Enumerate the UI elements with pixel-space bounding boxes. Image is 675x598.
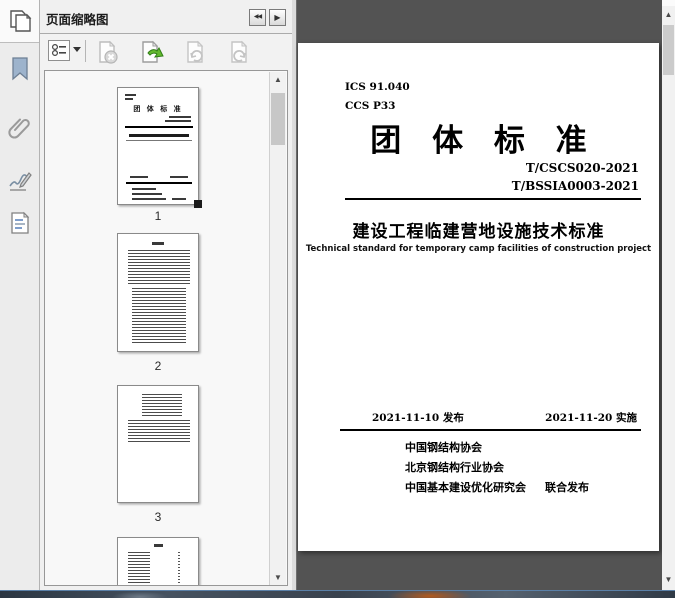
thumbnail-page-3[interactable] [117,385,199,503]
horizontal-rule [345,198,641,200]
ccs-code: CCS P33 [345,100,395,112]
document-title-chinese: 建设工程临建营地设施技术标准 [298,217,659,242]
horizontal-rule [340,429,641,431]
chevron-down-icon: ▼ [662,572,675,588]
panel-title: 页面缩略图 [46,9,109,28]
collapse-icon: ◀◀ [250,10,265,25]
thumbnail-scrollbar[interactable]: ▲ ▼ [269,72,286,586]
implementation-date: 2021-11-20 实施 [545,410,637,425]
selection-handle[interactable] [194,200,202,208]
thumbnail-page-1[interactable]: 团 体 标 准 [117,87,199,205]
publisher-org-2: 北京钢结构行业协会 [405,459,504,475]
thumbnail-list: 团 体 标 准 1 2 [44,70,288,586]
standard-number-2: T/BSSIA0003-2021 [512,179,639,193]
standard-type-heading: 团 体 标 准 [298,115,659,160]
rotate-counterclockwise-button[interactable] [183,40,209,66]
desktop-wallpaper-strip [0,590,675,598]
thumbnail-page-2[interactable] [117,233,199,352]
scrollbar-thumb[interactable] [663,25,674,75]
rotate-clockwise-button[interactable] [227,40,253,66]
page-number-label: 1 [45,209,271,223]
page-number-label: 2 [45,359,271,373]
standard-number-1: T/CSCS020-2021 [526,161,639,175]
scrollbar-corner [662,0,675,6]
expand-panel-button[interactable]: ▶ [269,9,286,26]
layers-icon[interactable] [7,210,33,236]
thumbnail-options-button[interactable] [48,40,70,61]
issue-date: 2021-11-10 发布 [372,410,464,425]
document-title-english: Technical standard for temporary camp fa… [298,244,659,254]
publisher-org-3: 中国基本建设优化研究会 [405,479,526,495]
navigation-rail [0,0,40,590]
chevron-up-icon: ▲ [662,7,675,23]
scroll-up-button[interactable]: ▲ [270,72,286,88]
chevron-down-icon: ▼ [270,570,286,586]
attachments-icon[interactable] [7,116,33,142]
expand-icon: ▶ [270,10,285,25]
scroll-down-button[interactable]: ▼ [662,572,675,588]
joint-publish-label: 联合发布 [545,479,589,495]
thumbnails-panel-tab-active[interactable] [0,0,39,43]
toolbar-separator [85,40,86,62]
chevron-up-icon: ▲ [270,72,286,88]
page-thumbnails-icon[interactable] [7,8,33,34]
extract-page-button[interactable] [139,40,165,66]
signatures-icon[interactable] [7,168,33,194]
scroll-down-button[interactable]: ▼ [270,570,286,586]
collapse-panel-button[interactable]: ◀◀ [249,9,266,26]
document-view-area: ICS 91.040 CCS P33 团 体 标 准 T/CSCS020-202… [297,0,662,590]
page-number-label: 3 [45,510,271,524]
scrollbar-thumb[interactable] [271,93,285,145]
document-scrollbar[interactable]: ▲ ▼ [662,0,675,590]
bookmarks-icon[interactable] [7,56,33,82]
scroll-up-button[interactable]: ▲ [662,7,675,23]
panel-header: 页面缩略图 ◀◀ ▶ [40,0,292,34]
options-dropdown-caret[interactable] [73,47,81,52]
thumbnails-toolbar [40,34,292,70]
thumbnail-page-4[interactable] [117,537,199,586]
ics-code: ICS 91.040 [345,81,410,93]
delete-page-button[interactable] [95,40,121,66]
mini-title-text: 团 体 标 准 [118,104,198,114]
publisher-org-1: 中国钢结构协会 [405,439,482,455]
pdf-viewer-window: 页面缩略图 ◀◀ ▶ [0,0,675,598]
page-thumbnails-panel: 页面缩略图 ◀◀ ▶ [40,0,292,590]
document-page: ICS 91.040 CCS P33 团 体 标 准 T/CSCS020-202… [298,43,659,551]
